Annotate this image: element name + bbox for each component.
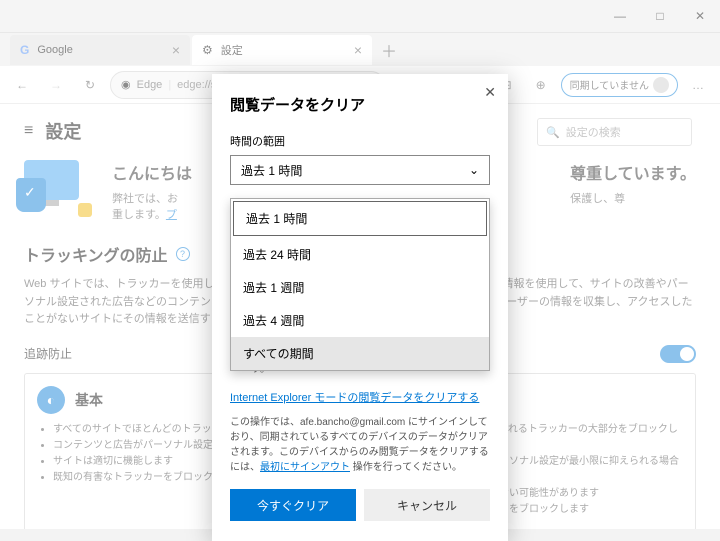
select-value: 過去 1 時間 bbox=[241, 162, 302, 179]
clear-data-dialog: ✕ 閲覧データをクリア 時間の範囲 過去 1 時間 ⌄ 過去 1 時間 過去 2… bbox=[212, 74, 508, 541]
ie-mode-link[interactable]: Internet Explorer モードの閲覧データをクリアする bbox=[230, 389, 490, 405]
time-range-select[interactable]: 過去 1 時間 ⌄ bbox=[230, 155, 490, 185]
time-range-label: 時間の範囲 bbox=[230, 133, 490, 149]
dialog-title: 閲覧データをクリア bbox=[230, 94, 490, 115]
chevron-down-icon: ⌄ bbox=[469, 163, 479, 177]
option-24hours[interactable]: 過去 24 時間 bbox=[231, 238, 489, 271]
option-1hour[interactable]: 過去 1 時間 bbox=[233, 201, 487, 236]
signout-link[interactable]: 最初にサインアウト bbox=[260, 462, 350, 473]
option-1week[interactable]: 過去 1 週間 bbox=[231, 271, 489, 304]
cancel-button[interactable]: キャンセル bbox=[364, 489, 490, 521]
clear-now-button[interactable]: 今すぐクリア bbox=[230, 489, 356, 521]
dialog-close-button[interactable]: ✕ bbox=[484, 84, 496, 101]
dialog-description: この操作では、afe.bancho@gmail.com にサインインしており、同… bbox=[230, 415, 490, 475]
option-alltime[interactable]: すべての期間 bbox=[231, 337, 489, 370]
time-range-dropdown: 過去 1 時間 過去 24 時間 過去 1 週間 過去 4 週間 すべての期間 bbox=[230, 198, 490, 371]
option-4weeks[interactable]: 過去 4 週間 bbox=[231, 304, 489, 337]
